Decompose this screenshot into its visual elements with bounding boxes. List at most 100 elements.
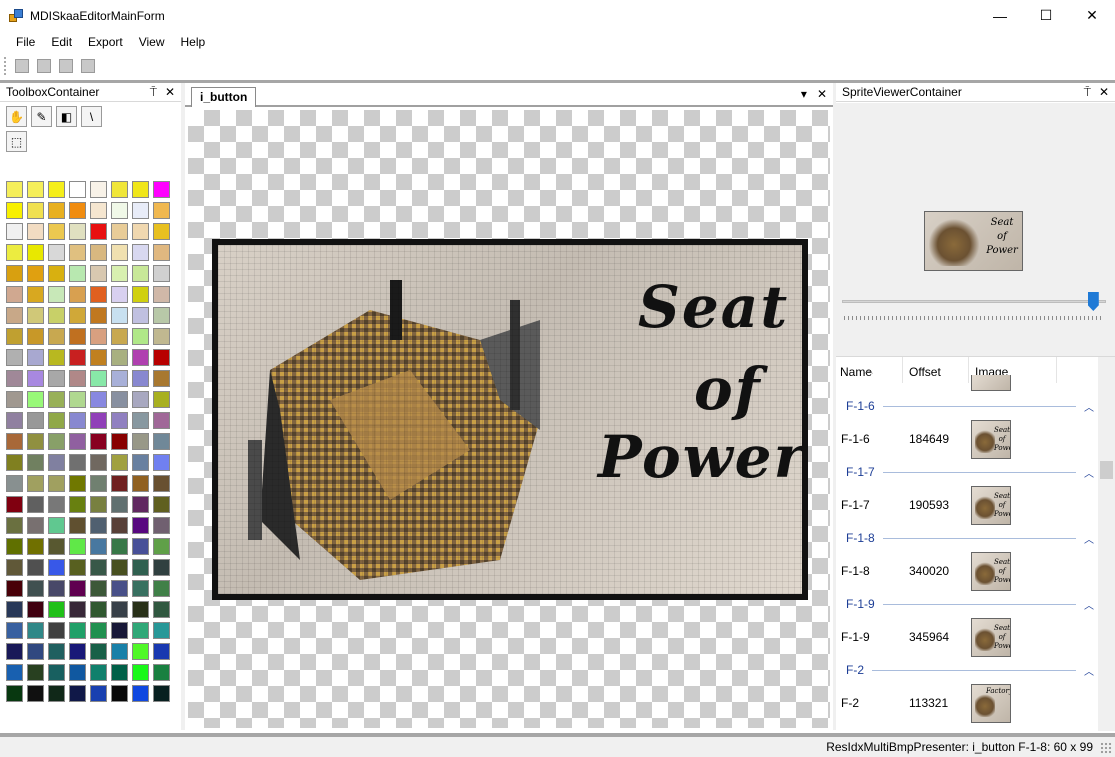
color-swatch[interactable] xyxy=(132,307,149,324)
new-file-button[interactable] xyxy=(11,55,33,77)
color-swatch[interactable] xyxy=(48,181,65,198)
color-swatch[interactable] xyxy=(27,433,44,450)
open-file-button[interactable] xyxy=(33,55,55,77)
color-swatch[interactable] xyxy=(90,685,107,702)
color-swatch[interactable] xyxy=(48,664,65,681)
color-swatch[interactable] xyxy=(90,664,107,681)
color-swatch[interactable] xyxy=(153,265,170,282)
close-icon[interactable]: ✕ xyxy=(165,85,175,100)
color-swatch[interactable] xyxy=(90,643,107,660)
color-swatch[interactable] xyxy=(6,265,23,282)
color-swatch[interactable] xyxy=(132,475,149,492)
toolbar-grip[interactable] xyxy=(4,57,7,75)
color-swatch[interactable] xyxy=(111,664,128,681)
color-swatch[interactable] xyxy=(132,517,149,534)
color-swatch[interactable] xyxy=(111,181,128,198)
color-swatch[interactable] xyxy=(48,412,65,429)
zoom-slider-thumb[interactable] xyxy=(1087,292,1099,311)
color-swatch[interactable] xyxy=(69,643,86,660)
color-swatch[interactable] xyxy=(69,496,86,513)
color-swatch[interactable] xyxy=(48,517,65,534)
column-name[interactable]: ︿ Name xyxy=(836,357,903,383)
color-swatch[interactable] xyxy=(111,307,128,324)
color-swatch[interactable] xyxy=(90,244,107,261)
color-swatch[interactable] xyxy=(27,244,44,261)
menu-file[interactable]: File xyxy=(8,31,43,53)
color-swatch[interactable] xyxy=(48,580,65,597)
color-swatch[interactable] xyxy=(132,454,149,471)
color-swatch[interactable] xyxy=(6,307,23,324)
color-swatch[interactable] xyxy=(69,370,86,387)
color-swatch[interactable] xyxy=(69,454,86,471)
color-swatch[interactable] xyxy=(90,496,107,513)
color-swatch[interactable] xyxy=(90,580,107,597)
color-swatch[interactable] xyxy=(27,643,44,660)
color-swatch[interactable] xyxy=(153,538,170,555)
color-swatch[interactable] xyxy=(27,202,44,219)
color-swatch[interactable] xyxy=(6,475,23,492)
tab-dropdown-icon[interactable]: ▾ xyxy=(801,87,807,101)
color-swatch[interactable] xyxy=(6,328,23,345)
color-swatch[interactable] xyxy=(132,496,149,513)
color-swatch[interactable] xyxy=(27,286,44,303)
color-swatch[interactable] xyxy=(132,412,149,429)
color-swatch[interactable] xyxy=(111,685,128,702)
color-swatch[interactable] xyxy=(111,454,128,471)
color-swatch[interactable] xyxy=(132,391,149,408)
color-swatch[interactable] xyxy=(6,643,23,660)
color-swatch[interactable] xyxy=(90,370,107,387)
pin-icon[interactable]: ⍑ xyxy=(1084,85,1091,100)
color-swatch[interactable] xyxy=(48,370,65,387)
color-swatch[interactable] xyxy=(6,412,23,429)
list-item[interactable]: F-2 113321 Factory xyxy=(836,681,1098,725)
color-swatch[interactable] xyxy=(27,475,44,492)
color-swatch[interactable] xyxy=(153,307,170,324)
color-swatch[interactable] xyxy=(27,349,44,366)
color-swatch[interactable] xyxy=(48,454,65,471)
color-swatch[interactable] xyxy=(132,181,149,198)
color-swatch[interactable] xyxy=(6,370,23,387)
color-swatch[interactable] xyxy=(132,580,149,597)
close-file-button[interactable] xyxy=(77,55,99,77)
color-swatch[interactable] xyxy=(111,496,128,513)
color-swatch[interactable] xyxy=(48,601,65,618)
color-swatch[interactable] xyxy=(111,265,128,282)
color-swatch[interactable] xyxy=(6,601,23,618)
color-swatch[interactable] xyxy=(69,202,86,219)
color-swatch[interactable] xyxy=(69,517,86,534)
color-swatch[interactable] xyxy=(132,244,149,261)
menu-view[interactable]: View xyxy=(131,31,173,53)
color-swatch[interactable] xyxy=(48,496,65,513)
color-swatch[interactable] xyxy=(27,517,44,534)
color-swatch[interactable] xyxy=(69,349,86,366)
color-swatch[interactable] xyxy=(48,349,65,366)
color-swatch[interactable] xyxy=(111,433,128,450)
scrollbar-thumb[interactable] xyxy=(1100,461,1113,479)
color-swatch[interactable] xyxy=(27,328,44,345)
color-swatch[interactable] xyxy=(153,454,170,471)
select-tool-button[interactable]: ⬚ xyxy=(6,131,27,152)
minimize-button[interactable]: — xyxy=(977,0,1023,31)
color-swatch[interactable] xyxy=(6,286,23,303)
color-swatch[interactable] xyxy=(90,349,107,366)
color-swatch[interactable] xyxy=(132,559,149,576)
color-swatch[interactable] xyxy=(153,517,170,534)
pencil-tool-button[interactable]: ✎ xyxy=(31,106,52,127)
color-swatch[interactable] xyxy=(111,601,128,618)
color-swatch[interactable] xyxy=(48,643,65,660)
color-swatch[interactable] xyxy=(27,454,44,471)
color-swatch[interactable] xyxy=(69,622,86,639)
color-swatch[interactable] xyxy=(27,265,44,282)
color-swatch[interactable] xyxy=(6,496,23,513)
color-swatch[interactable] xyxy=(90,412,107,429)
color-swatch[interactable] xyxy=(6,559,23,576)
color-swatch[interactable] xyxy=(153,601,170,618)
tab-close-icon[interactable]: ✕ xyxy=(817,87,827,101)
menu-export[interactable]: Export xyxy=(80,31,131,53)
color-swatch[interactable] xyxy=(90,454,107,471)
color-swatch[interactable] xyxy=(27,181,44,198)
color-swatch[interactable] xyxy=(6,580,23,597)
color-swatch[interactable] xyxy=(132,664,149,681)
color-swatch[interactable] xyxy=(48,538,65,555)
color-swatch[interactable] xyxy=(69,559,86,576)
